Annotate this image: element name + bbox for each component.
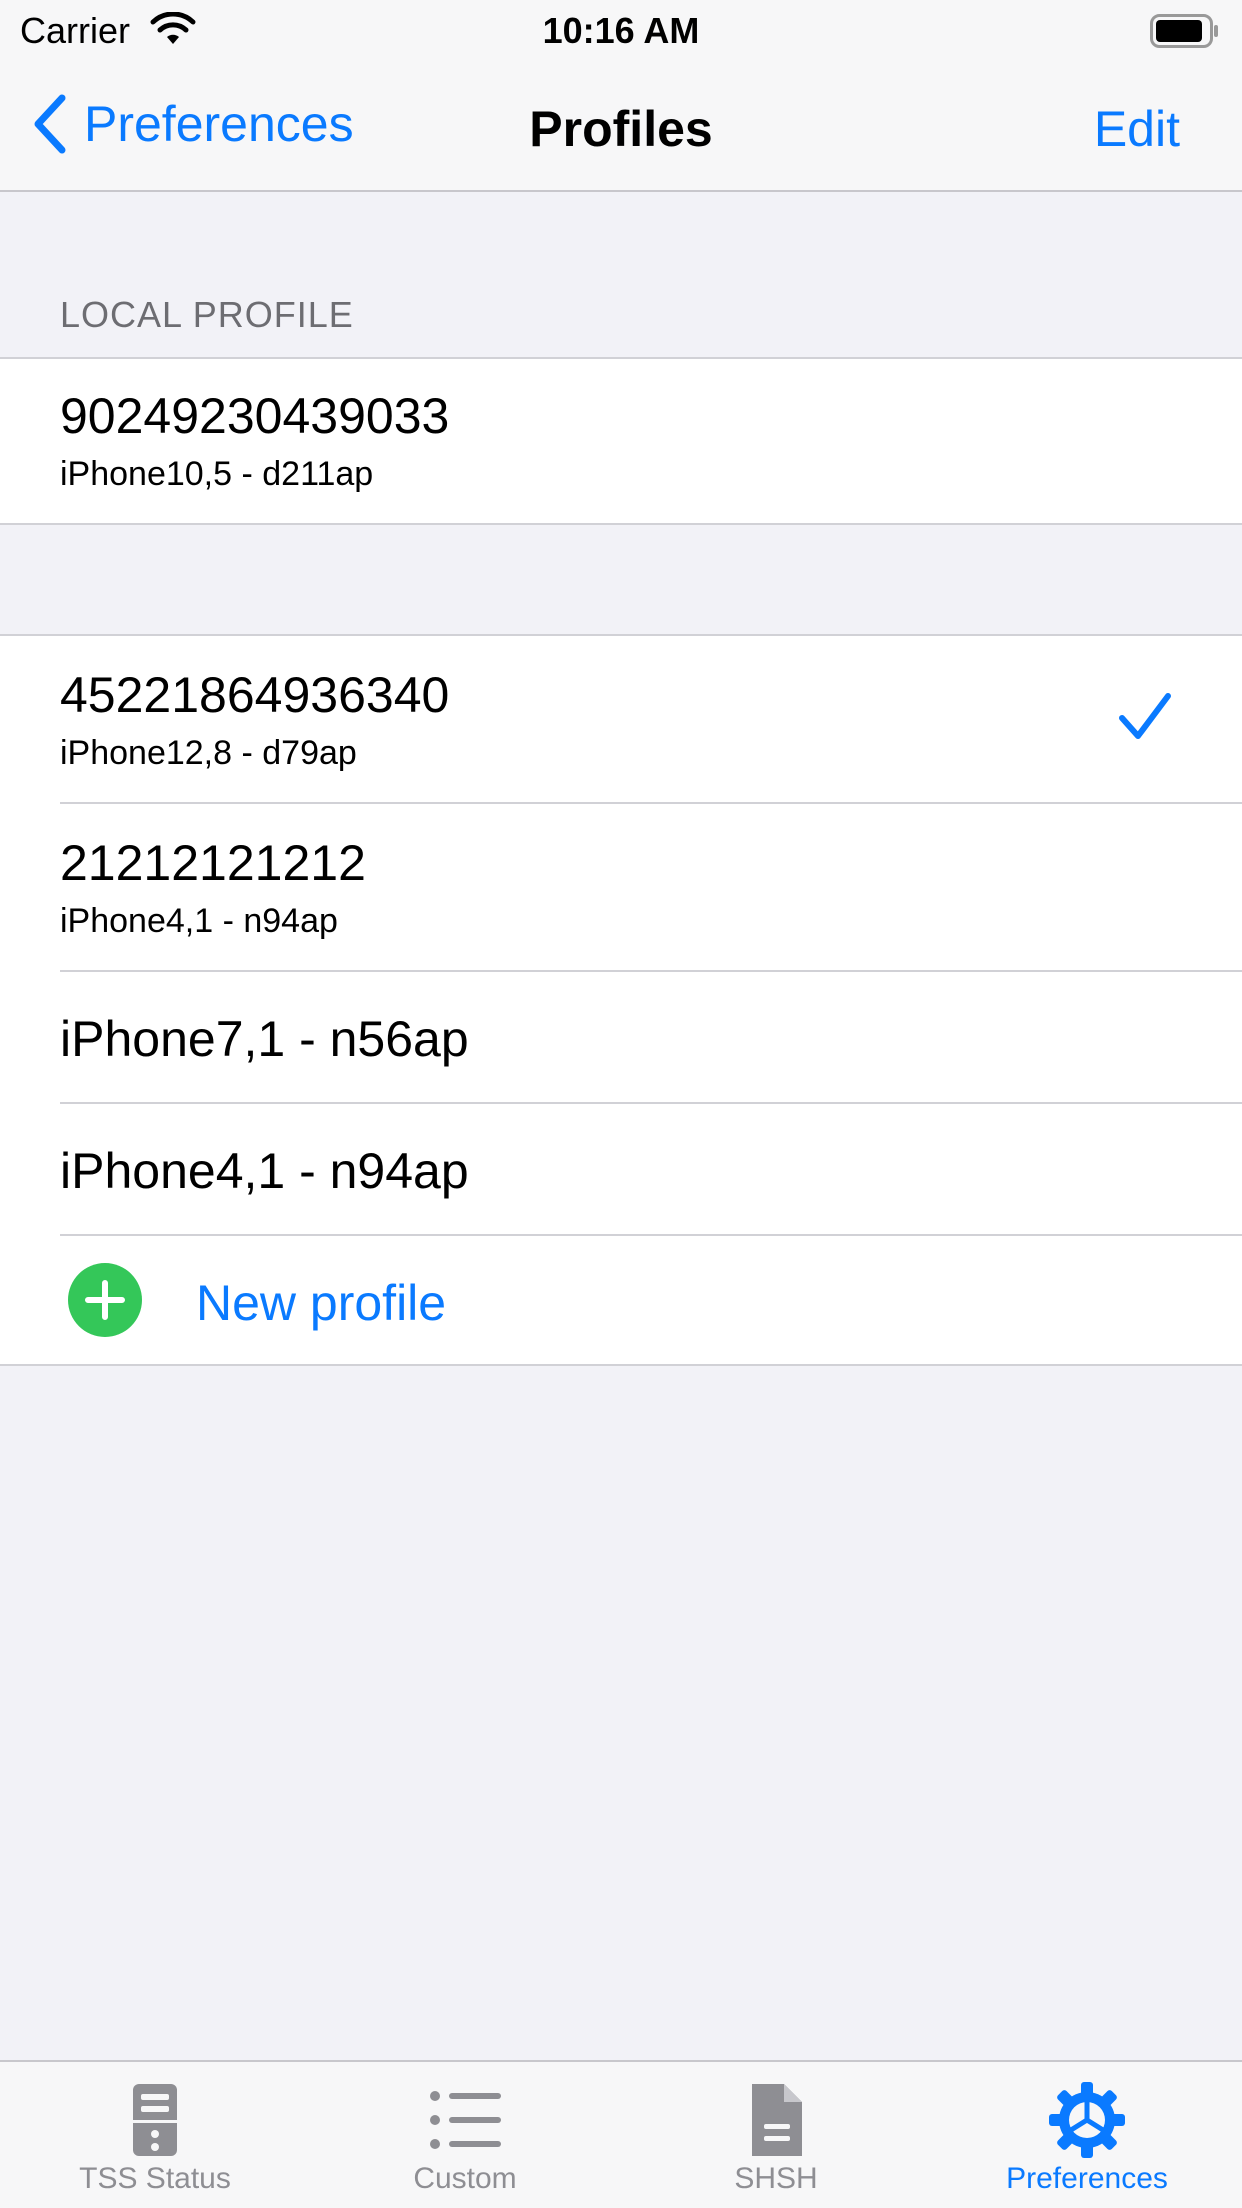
local-profile-row[interactable]: 90249230439033 iPhone10,5 - d211ap (0, 359, 1242, 523)
tab-custom[interactable]: Custom (310, 2062, 620, 2208)
profile-subtitle: iPhone12,8 - d79ap (60, 734, 357, 772)
profile-title: 45221864936340 (60, 667, 450, 723)
profile-row[interactable]: 45221864936340 iPhone12,8 - d79ap (0, 636, 1242, 804)
profile-row[interactable]: 21212121212 iPhone4,1 - n94ap (0, 804, 1242, 972)
profile-subtitle: iPhone4,1 - n94ap (60, 902, 338, 940)
battery-icon (1150, 14, 1218, 48)
tab-bar: TSS Status Custom SHSH Preferences (0, 2060, 1242, 2208)
section-header-local-profile: LOCAL PROFILE (60, 294, 354, 335)
edit-button[interactable]: Edit (1094, 100, 1180, 158)
local-profile-group: 90249230439033 iPhone10,5 - d211ap (0, 357, 1242, 525)
new-profile-button: New profile (196, 1275, 447, 1331)
tab-label: Custom (413, 2162, 517, 2195)
status-time: 10:16 AM (542, 10, 700, 51)
tab-label: TSS Status (79, 2162, 231, 2195)
document-icon (752, 2084, 802, 2156)
tab-shsh[interactable]: SHSH (621, 2062, 931, 2208)
navigation-bar: Preferences Profiles Edit (0, 60, 1242, 192)
profile-title: iPhone4,1 - n94ap (60, 1143, 469, 1199)
new-profile-row[interactable]: New profile (0, 1236, 1242, 1364)
tab-tss-status[interactable]: TSS Status (0, 2062, 310, 2208)
tab-preferences[interactable]: Preferences (932, 2062, 1242, 2208)
add-circle-icon (68, 1263, 142, 1337)
server-icon (133, 2084, 177, 2156)
status-bar: Carrier 10:16 AM (0, 0, 1242, 60)
profile-row[interactable]: iPhone4,1 - n94ap (0, 1104, 1242, 1236)
tab-label: SHSH (734, 2162, 818, 2195)
page-title: Profiles (529, 101, 713, 157)
profiles-group: 45221864936340 iPhone12,8 - d79ap 212121… (0, 634, 1242, 1366)
profile-row[interactable]: iPhone7,1 - n56ap (0, 972, 1242, 1104)
tab-label: Preferences (1006, 2162, 1168, 2195)
checkmark-icon (1119, 693, 1171, 739)
list-icon (430, 2091, 501, 2149)
profile-title: 21212121212 (60, 835, 366, 891)
gear-icon (1049, 2082, 1125, 2158)
profile-title: 90249230439033 (60, 388, 450, 444)
profile-subtitle: iPhone10,5 - d211ap (60, 455, 374, 493)
profile-title: iPhone7,1 - n56ap (60, 1011, 469, 1067)
